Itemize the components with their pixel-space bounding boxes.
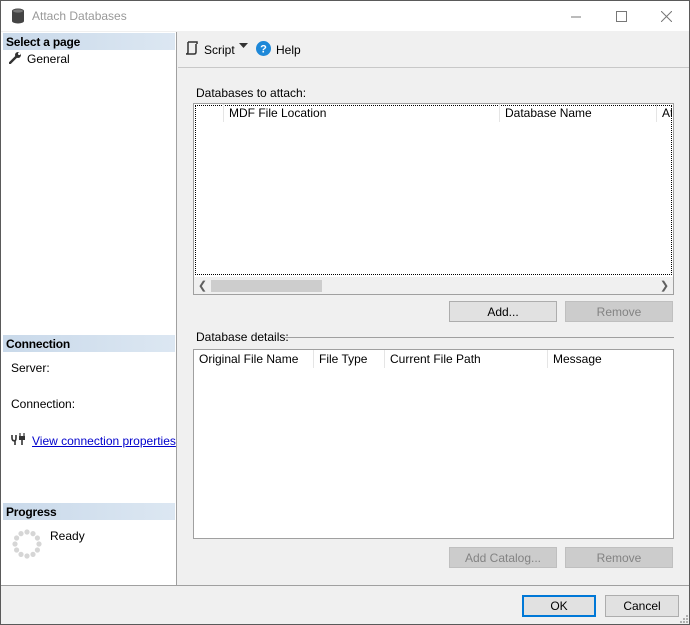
databases-to-attach-grid[interactable]: MDF File Location Database Name Attach A… <box>193 103 674 295</box>
progress-status-text: Ready <box>50 529 85 543</box>
page-item-general[interactable]: General <box>8 51 70 67</box>
view-connection-properties-text[interactable]: View connection properties <box>32 434 176 448</box>
column-header-message[interactable]: Message <box>547 350 673 368</box>
column-header-mdf-file-location[interactable]: MDF File Location <box>223 104 499 122</box>
help-label: Help <box>276 43 301 57</box>
remove-details-button[interactable]: Remove <box>565 547 673 568</box>
scroll-left-icon[interactable]: ❮ <box>195 278 210 293</box>
column-header-original-file-name[interactable]: Original File Name <box>194 350 313 368</box>
progress-header: Progress <box>3 503 175 520</box>
page-item-label: General <box>27 52 70 66</box>
dialog-footer: OK Cancel <box>1 585 689 624</box>
script-label: Script <box>204 42 235 57</box>
maximize-icon <box>616 10 627 22</box>
help-icon: ? <box>256 41 271 59</box>
svg-text:?: ? <box>260 44 267 56</box>
script-icon <box>185 41 199 58</box>
databases-to-attach-label: Databases to attach: <box>196 86 307 100</box>
server-label: Server: <box>11 361 50 375</box>
column-header-database-name[interactable]: Database Name <box>499 104 656 122</box>
view-connection-properties-link[interactable]: View connection properties <box>11 433 176 449</box>
cancel-button[interactable]: Cancel <box>605 595 679 617</box>
ok-button[interactable]: OK <box>522 595 596 617</box>
minimize-icon <box>571 16 581 17</box>
connection-label: Connection: <box>11 397 76 411</box>
connection-header: Connection <box>3 335 175 352</box>
add-button[interactable]: Add... <box>449 301 557 322</box>
scrollbar-thumb[interactable] <box>211 280 322 292</box>
right-pane: Script ? Help Databases to attach: MDF F… <box>178 32 689 585</box>
script-button[interactable]: Script <box>185 41 235 58</box>
database-icon <box>11 8 25 27</box>
script-dropdown-button[interactable] <box>239 43 248 49</box>
horizontal-scrollbar[interactable]: ❮ ❯ <box>194 277 673 294</box>
wrench-icon <box>8 51 22 67</box>
left-pane: Select a page General Connection Server:… <box>1 32 177 585</box>
window-title: Attach Databases <box>32 9 127 23</box>
column-header-current-file-path[interactable]: Current File Path <box>384 350 547 368</box>
group-divider <box>285 337 674 338</box>
close-icon <box>661 10 672 22</box>
database-details-label: Database details: <box>196 330 289 344</box>
column-header-attach-as[interactable]: Attach As <box>656 104 672 122</box>
column-header-select[interactable] <box>194 104 223 122</box>
select-page-header: Select a page <box>3 33 175 50</box>
database-details-grid[interactable]: Original File Name File Type Current Fil… <box>193 349 674 539</box>
connection-plug-icon <box>11 433 26 449</box>
minimize-button[interactable] <box>554 1 599 31</box>
chevron-down-icon <box>239 43 248 48</box>
column-header-file-type[interactable]: File Type <box>313 350 384 368</box>
close-button[interactable] <box>644 1 689 31</box>
help-button[interactable]: ? Help <box>256 41 301 59</box>
maximize-button[interactable] <box>599 1 644 31</box>
attach-databases-dialog: Attach Databases Select a page General C… <box>0 0 690 625</box>
scroll-right-icon[interactable]: ❯ <box>657 278 672 293</box>
add-catalog-button[interactable]: Add Catalog... <box>449 547 557 568</box>
toolbar: Script ? Help <box>178 32 689 68</box>
resize-grip-icon[interactable] <box>678 613 688 623</box>
title-bar: Attach Databases <box>1 1 689 31</box>
remove-attach-button[interactable]: Remove <box>565 301 673 322</box>
